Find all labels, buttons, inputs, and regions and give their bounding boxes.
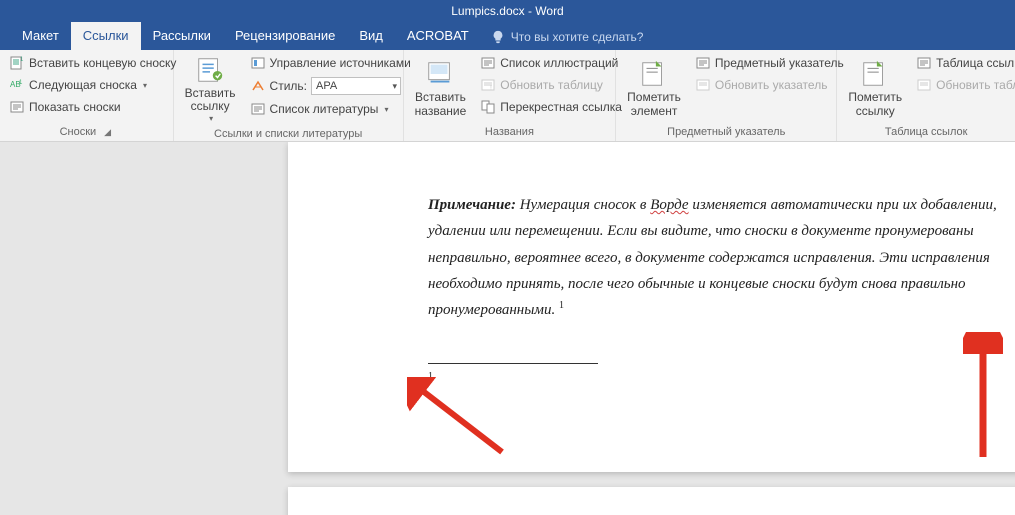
tab-layout[interactable]: Макет bbox=[10, 22, 71, 50]
document-title: Lumpics.docx - Word bbox=[451, 4, 563, 18]
document-page-next[interactable] bbox=[288, 487, 1015, 515]
body-text-1: Нумерация сносок в bbox=[516, 197, 650, 213]
dialog-launcher-icon[interactable]: ◢ bbox=[102, 127, 113, 138]
list-icon bbox=[480, 55, 496, 71]
next-footnote-icon: AB1 bbox=[9, 77, 25, 93]
mark-entry-button[interactable]: Пометить элемент bbox=[621, 53, 687, 124]
group-label-index: Предметный указатель bbox=[667, 126, 785, 138]
document-paragraph[interactable]: Примечание: Нумерация сносок в Ворде изм… bbox=[428, 192, 1008, 323]
tab-review[interactable]: Рецензирование bbox=[223, 22, 347, 50]
svg-text:1: 1 bbox=[19, 80, 23, 86]
update-toa-icon bbox=[916, 77, 932, 93]
group-label-captions: Названия bbox=[485, 126, 534, 138]
ribbon: 1 Вставить концевую сноску AB1 Следующая… bbox=[0, 50, 1015, 142]
crossref-icon bbox=[480, 99, 496, 115]
tell-me-placeholder: Что вы хотите сделать? bbox=[511, 30, 644, 44]
show-notes-icon bbox=[9, 99, 25, 115]
update-index-icon bbox=[695, 77, 711, 93]
update-index-button: Обновить указатель bbox=[691, 75, 848, 95]
toa-icon bbox=[916, 55, 932, 71]
chevron-down-icon: ▾ bbox=[209, 115, 213, 124]
manage-sources-icon bbox=[250, 55, 266, 71]
style-icon bbox=[250, 78, 266, 94]
update-table-button: ! Обновить таблицу bbox=[476, 75, 626, 95]
index-icon bbox=[695, 55, 711, 71]
group-label-toa: Таблица ссылок bbox=[885, 126, 968, 138]
mark-entry-icon bbox=[639, 59, 669, 89]
insert-index-button[interactable]: Предметный указатель bbox=[691, 53, 848, 73]
spellcheck-word[interactable]: Ворде bbox=[650, 197, 688, 213]
caption-icon bbox=[425, 59, 455, 89]
footnote-number: 1 bbox=[428, 371, 433, 382]
update-toa-button: Обновить табл bbox=[912, 75, 1015, 95]
bibliography-button[interactable]: Список литературы ▾ bbox=[246, 99, 415, 119]
mark-citation-button[interactable]: Пометить ссылку bbox=[842, 53, 908, 124]
insert-caption-button[interactable]: Вставить название bbox=[409, 53, 473, 124]
group-label-footnotes: Сноски bbox=[60, 126, 97, 138]
tab-view[interactable]: Вид bbox=[347, 22, 395, 50]
group-label-citations: Ссылки и списки литературы bbox=[214, 128, 362, 140]
group-citations: Вставить ссылку ▾ Управление источниками… bbox=[174, 50, 404, 141]
show-notes-button[interactable]: Показать сноски bbox=[5, 97, 180, 117]
tab-references[interactable]: Ссылки bbox=[71, 22, 141, 50]
body-text-2: изменяется автоматически при их добавлен… bbox=[428, 197, 997, 318]
footnote-reference[interactable]: 1 bbox=[559, 300, 564, 311]
group-captions: Вставить название Список иллюстраций ! О… bbox=[404, 50, 616, 141]
update-icon: ! bbox=[480, 77, 496, 93]
document-area: Примечание: Нумерация сносок в Ворде изм… bbox=[0, 142, 1015, 515]
lightbulb-icon bbox=[491, 30, 505, 44]
mark-citation-icon bbox=[860, 59, 890, 89]
insert-toa-button[interactable]: Таблица ссыл bbox=[912, 53, 1015, 73]
endnote-icon: 1 bbox=[9, 55, 25, 71]
chevron-down-icon: ▾ bbox=[384, 105, 388, 114]
manage-sources-button[interactable]: Управление источниками bbox=[246, 53, 415, 73]
cross-reference-button[interactable]: Перекрестная ссылка bbox=[476, 97, 626, 117]
insert-endnote-button[interactable]: 1 Вставить концевую сноску bbox=[5, 53, 180, 73]
group-toa: Пометить ссылку Таблица ссыл Обновить та… bbox=[837, 50, 1015, 141]
group-index: Пометить элемент Предметный указатель Об… bbox=[616, 50, 837, 141]
style-selector[interactable]: Стиль: APA bbox=[246, 75, 415, 97]
citation-icon bbox=[195, 55, 225, 85]
svg-text:!: ! bbox=[490, 85, 492, 92]
bibliography-icon bbox=[250, 101, 266, 117]
next-footnote-button[interactable]: AB1 Следующая сноска ▾ bbox=[5, 75, 180, 95]
style-dropdown[interactable]: APA bbox=[311, 77, 401, 95]
tab-acrobat[interactable]: ACROBAT bbox=[395, 22, 481, 50]
footnote-separator bbox=[428, 363, 598, 364]
chevron-down-icon: ▾ bbox=[143, 81, 147, 90]
table-of-figures-button[interactable]: Список иллюстраций bbox=[476, 53, 626, 73]
svg-text:1: 1 bbox=[20, 57, 24, 63]
footnote-area[interactable]: 1 bbox=[428, 368, 1008, 394]
note-lead: Примечание: bbox=[428, 197, 516, 213]
tab-mailings[interactable]: Рассылки bbox=[141, 22, 223, 50]
title-bar: Lumpics.docx - Word bbox=[0, 0, 1015, 22]
ribbon-tabs: Макет Ссылки Рассылки Рецензирование Вид… bbox=[0, 22, 1015, 50]
tell-me[interactable]: Что вы хотите сделать? bbox=[481, 30, 654, 50]
document-page[interactable]: Примечание: Нумерация сносок в Ворде изм… bbox=[288, 142, 1015, 472]
group-footnotes: 1 Вставить концевую сноску AB1 Следующая… bbox=[0, 50, 174, 141]
insert-citation-button[interactable]: Вставить ссылку ▾ bbox=[179, 53, 242, 126]
